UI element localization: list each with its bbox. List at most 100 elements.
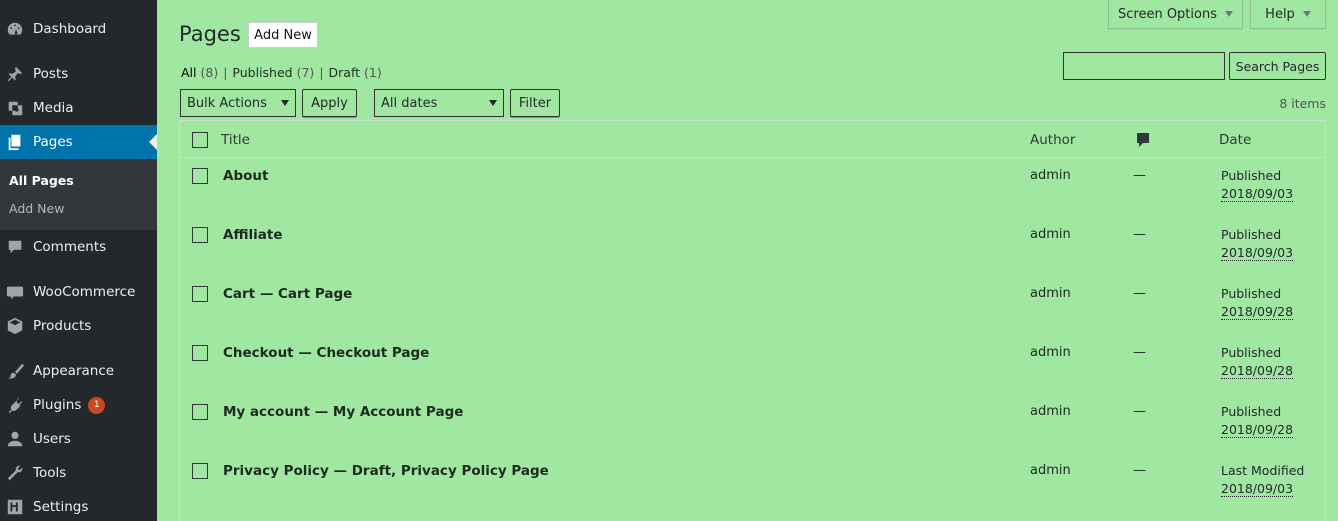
menu-settings[interactable]: Settings (0, 490, 157, 521)
row-status: Published (1221, 168, 1282, 183)
menu-label: Posts (33, 66, 69, 82)
menu-users[interactable]: Users (0, 422, 157, 456)
row-checkbox[interactable] (192, 286, 208, 302)
table-row: About admin — Published 2018/09/03 (180, 168, 1325, 227)
media-icon (6, 99, 24, 117)
wrench-icon (6, 464, 24, 482)
row-comments: — (1133, 345, 1146, 360)
row-date: 2018/09/03 (1221, 481, 1294, 497)
menu-label: Products (33, 318, 92, 334)
menu-label: Comments (33, 239, 107, 255)
screen-options-tab[interactable]: Screen Options (1108, 0, 1243, 29)
row-date: 2018/09/03 (1221, 186, 1294, 202)
view-published-link[interactable]: Published (7) (232, 65, 314, 80)
row-checkbox[interactable] (192, 168, 208, 184)
menu-woocommerce[interactable]: WooCommerce (0, 275, 157, 309)
help-tab[interactable]: Help (1250, 0, 1326, 29)
row-date: 2018/09/03 (1221, 245, 1294, 261)
separator: | (223, 65, 228, 80)
row-author-link[interactable]: admin (1030, 286, 1071, 301)
row-checkbox[interactable] (192, 227, 208, 243)
row-title-link[interactable]: About (223, 168, 268, 184)
filter-button[interactable]: Filter (510, 89, 560, 117)
table-row: Privacy Policy — Draft, Privacy Policy P… (180, 463, 1325, 521)
table-row: Affiliate admin — Published 2018/09/03 (180, 227, 1325, 286)
view-draft-count: (1) (364, 65, 382, 80)
page-title: Pages (179, 22, 241, 46)
row-title-link[interactable]: Cart — Cart Page (223, 286, 352, 302)
bulk-actions-value: Bulk Actions (187, 95, 267, 111)
row-title-link[interactable]: Affiliate (223, 227, 282, 243)
menu-media[interactable]: Media (0, 91, 157, 125)
menu-appearance[interactable]: Appearance (0, 354, 157, 388)
row-author-link[interactable]: admin (1030, 168, 1071, 183)
screen-options-label: Screen Options (1118, 6, 1217, 22)
pages-icon (6, 133, 24, 151)
row-author-link[interactable]: admin (1030, 227, 1071, 242)
view-draft-label: Draft (328, 65, 361, 80)
menu-label: Media (33, 100, 74, 116)
comment-icon (6, 238, 24, 256)
view-draft-link[interactable]: Draft (1) (329, 65, 382, 80)
row-date: 2018/09/28 (1221, 304, 1294, 320)
chevron-down-icon (281, 100, 289, 106)
search-input[interactable] (1063, 52, 1225, 80)
row-author-link[interactable]: admin (1030, 345, 1071, 360)
submenu-all-pages[interactable]: All Pages (9, 173, 74, 188)
chevron-down-icon (1302, 11, 1311, 17)
plug-icon (6, 396, 24, 414)
pages-table: Title Author Date About admin — Publishe… (179, 120, 1326, 521)
row-author-link[interactable]: admin (1030, 404, 1071, 419)
apply-button[interactable]: Apply (302, 89, 357, 117)
help-label: Help (1265, 6, 1295, 22)
row-status: Published (1221, 404, 1282, 419)
box-icon (6, 317, 24, 335)
bulk-actions-select[interactable]: Bulk Actions (180, 89, 296, 117)
row-title-link[interactable]: My account — My Account Page (223, 404, 463, 420)
menu-plugins[interactable]: Plugins 1 (0, 388, 157, 422)
separator: | (319, 65, 324, 80)
pin-icon (6, 65, 24, 83)
submenu-add-new[interactable]: Add New (9, 201, 64, 216)
plugins-update-badge: 1 (88, 396, 106, 414)
row-title-link[interactable]: Privacy Policy — Draft, Privacy Policy P… (223, 463, 549, 479)
view-published-label: Published (232, 65, 293, 80)
column-title-header[interactable]: Title (221, 132, 250, 148)
menu-label: Pages (33, 134, 73, 150)
row-checkbox[interactable] (192, 404, 208, 420)
user-icon (6, 430, 24, 448)
menu-posts[interactable]: Posts (0, 57, 157, 91)
row-comments: — (1133, 227, 1146, 242)
menu-label: Tools (33, 465, 67, 481)
select-all-checkbox[interactable] (192, 132, 208, 148)
column-date-header[interactable]: Date (1219, 132, 1251, 148)
table-row: Cart — Cart Page admin — Published 2018/… (180, 286, 1325, 345)
menu-dashboard[interactable]: Dashboard (0, 12, 157, 46)
row-date: 2018/09/28 (1221, 422, 1294, 438)
comment-icon[interactable] (1136, 132, 1150, 152)
row-status: Published (1221, 227, 1282, 242)
row-checkbox[interactable] (192, 463, 208, 479)
row-author-link[interactable]: admin (1030, 463, 1071, 478)
status-filter-links: All (8) | Published (7) | Draft (1) (181, 65, 382, 80)
row-checkbox[interactable] (192, 345, 208, 361)
search-pages-button[interactable]: Search Pages (1229, 52, 1326, 80)
view-all-count: (8) (200, 65, 219, 80)
settings-icon (6, 498, 24, 516)
date-filter-select[interactable]: All dates (374, 89, 504, 117)
row-status: Published (1221, 345, 1282, 360)
view-published-count: (7) (296, 65, 315, 80)
menu-label: Dashboard (33, 21, 107, 37)
menu-products[interactable]: Products (0, 309, 157, 343)
row-title-link[interactable]: Checkout — Checkout Page (223, 345, 429, 361)
items-count: 8 items (1279, 96, 1326, 111)
menu-label: Users (33, 431, 71, 447)
menu-tools[interactable]: Tools (0, 456, 157, 490)
menu-label: Appearance (33, 363, 115, 379)
column-author-header: Author (1030, 132, 1076, 148)
menu-comments[interactable]: Comments (0, 230, 157, 264)
menu-pages[interactable]: Pages (0, 125, 157, 159)
view-all-link[interactable]: All (8) (181, 65, 218, 80)
dashboard-icon (6, 20, 24, 38)
add-new-button[interactable]: Add New (248, 22, 318, 48)
